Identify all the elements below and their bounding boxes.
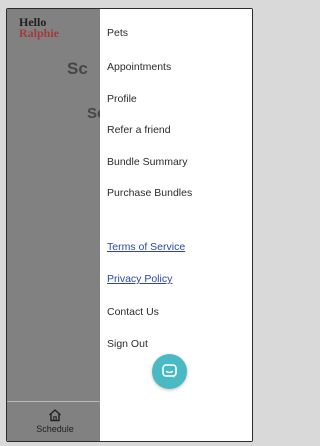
menu-item-bundle-summary[interactable]: Bundle Summary (107, 156, 188, 168)
drawer-scrim[interactable]: Hello Ralphie (7, 9, 100, 441)
brand-logo[interactable]: Hello Ralphie (19, 16, 60, 40)
menu-item-sign-out[interactable]: Sign Out (107, 338, 148, 350)
menu-item-appointments[interactable]: Appointments (107, 61, 171, 73)
chat-button[interactable] (152, 354, 187, 389)
app-frame: Sc Se Hello Ralphie Schedule Pets Appoin… (6, 8, 253, 442)
tab-schedule-label: Schedule (36, 424, 74, 434)
terms-of-service-link[interactable]: Terms of Service (107, 241, 185, 253)
home-icon (49, 409, 61, 422)
privacy-policy-link[interactable]: Privacy Policy (107, 273, 172, 285)
menu-item-contact-us[interactable]: Contact Us (107, 306, 159, 318)
menu-item-refer-a-friend[interactable]: Refer a friend (107, 124, 171, 136)
logo-line-2: Ralphie (19, 26, 60, 40)
tab-schedule[interactable]: Schedule (25, 406, 85, 440)
chat-bubble-icon (162, 364, 177, 378)
menu-item-purchase-bundles[interactable]: Purchase Bundles (107, 187, 192, 199)
menu-item-profile[interactable]: Profile (107, 93, 137, 105)
menu-item-pets[interactable]: Pets (107, 27, 128, 39)
